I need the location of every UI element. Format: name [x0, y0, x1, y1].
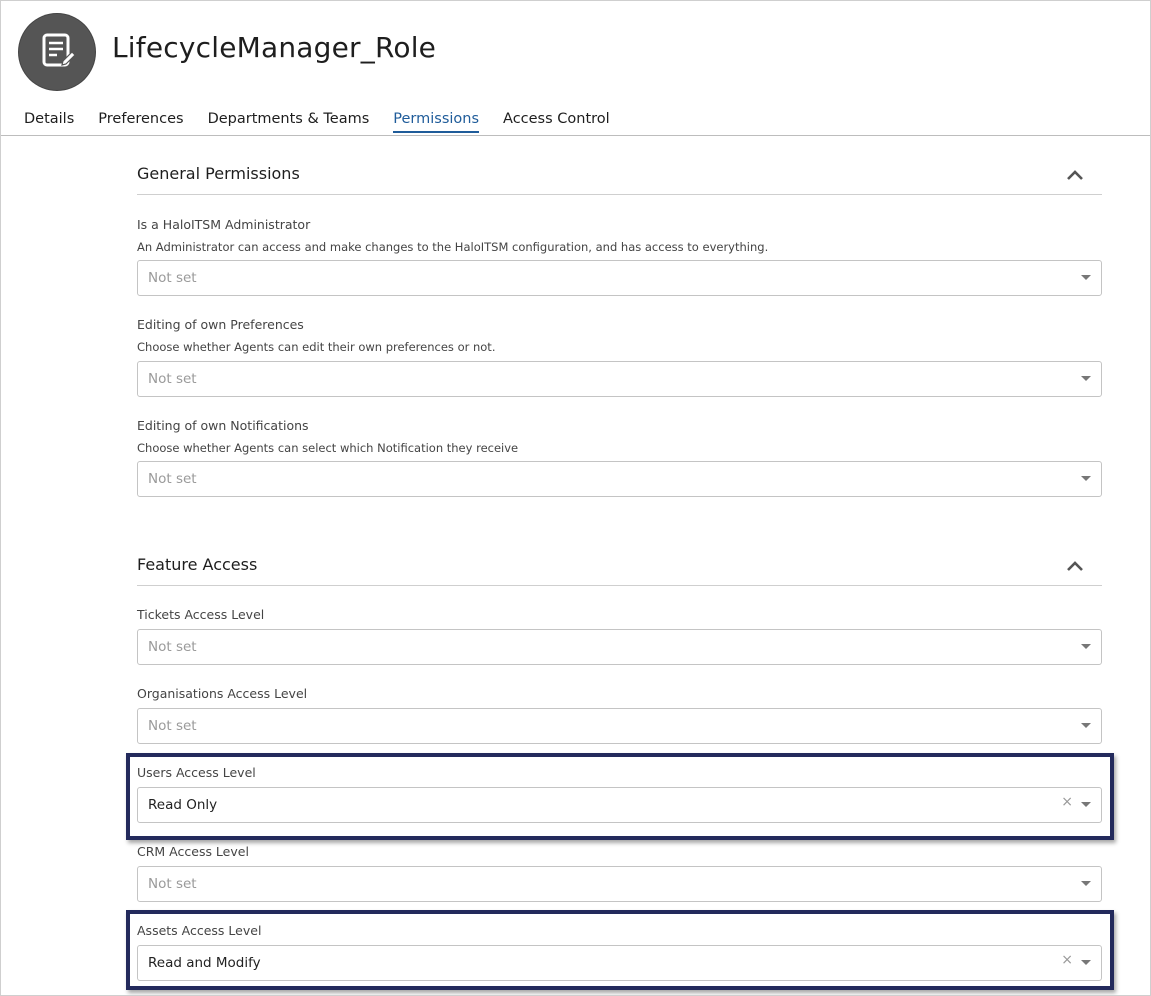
edit-notifications-select[interactable]: Not set — [137, 461, 1102, 497]
chevron-down-icon — [1081, 644, 1091, 649]
select-value: Not set — [148, 471, 197, 487]
chevron-up-icon[interactable] — [1066, 558, 1084, 572]
tab-permissions[interactable]: Permissions — [393, 111, 480, 133]
tab-access-control[interactable]: Access Control — [503, 111, 610, 133]
select-value: Not set — [148, 639, 197, 655]
organisations-access-select[interactable]: Not set — [137, 708, 1102, 744]
administrator-description: An Administrator can access and make cha… — [137, 240, 769, 254]
crm-access-select[interactable]: Not set — [137, 866, 1102, 902]
chevron-down-icon — [1081, 881, 1091, 886]
tab-details[interactable]: Details — [24, 111, 74, 133]
section-title: Feature Access — [137, 555, 258, 574]
administrator-select[interactable]: Not set — [137, 260, 1102, 296]
administrator-label: Is a HaloITSM Administrator — [137, 217, 311, 232]
chevron-down-icon — [1081, 376, 1091, 381]
edit-notifications-description: Choose whether Agents can select which N… — [137, 441, 519, 455]
document-edit-icon — [37, 30, 77, 74]
tickets-access-label: Tickets Access Level — [137, 607, 265, 622]
select-value: Not set — [148, 270, 197, 286]
crm-access-label: CRM Access Level — [137, 844, 249, 859]
general-permissions-header: General Permissions — [137, 136, 1102, 195]
chevron-down-icon — [1081, 476, 1091, 481]
select-value: Not set — [148, 371, 197, 387]
page-title: LifecycleManager_Role — [112, 31, 437, 64]
role-avatar — [19, 14, 95, 90]
tickets-access-select[interactable]: Not set — [137, 629, 1102, 665]
users-access-highlight — [126, 753, 1114, 840]
edit-preferences-description: Choose whether Agents can edit their own… — [137, 340, 496, 354]
tab-bar: Details Preferences Departments & Teams … — [24, 111, 634, 133]
page-header: LifecycleManager_Role Details Preference… — [1, 1, 1150, 136]
select-value: Not set — [148, 718, 197, 734]
chevron-down-icon — [1081, 275, 1091, 280]
role-editor-window: LifecycleManager_Role Details Preference… — [0, 0, 1151, 996]
organisations-access-label: Organisations Access Level — [137, 686, 308, 701]
assets-access-highlight — [126, 910, 1114, 990]
chevron-up-icon[interactable] — [1066, 167, 1084, 181]
edit-preferences-select[interactable]: Not set — [137, 361, 1102, 397]
chevron-down-icon — [1081, 723, 1091, 728]
select-value: Not set — [148, 876, 197, 892]
tab-preferences[interactable]: Preferences — [98, 111, 183, 133]
edit-preferences-label: Editing of own Preferences — [137, 317, 304, 332]
feature-access-header: Feature Access — [137, 527, 1102, 586]
section-title: General Permissions — [137, 164, 300, 183]
edit-notifications-label: Editing of own Notifications — [137, 418, 309, 433]
tab-departments-teams[interactable]: Departments & Teams — [208, 111, 370, 133]
